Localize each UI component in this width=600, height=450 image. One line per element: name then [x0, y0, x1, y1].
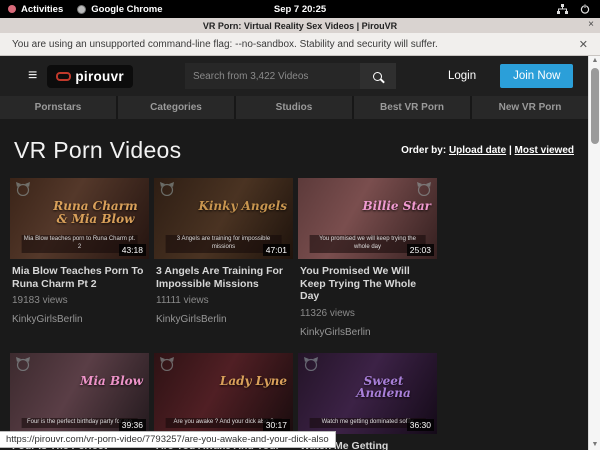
search-button[interactable] — [360, 63, 396, 89]
video-views: 11111 views — [156, 295, 291, 306]
activities-label: Activities — [21, 4, 63, 15]
duration-badge: 47:01 — [263, 244, 290, 256]
scrollbar-thumb[interactable] — [591, 68, 599, 144]
duration-badge: 25:03 — [407, 244, 434, 256]
page-title: VR Porn Videos — [14, 137, 181, 164]
vr-headset-icon — [56, 72, 71, 81]
duration-badge: 39:36 — [119, 419, 146, 431]
video-title[interactable]: You Promised We Will Keep Trying The Who… — [300, 265, 435, 303]
video-title[interactable]: 3 Angels Are Training For Impossible Mis… — [156, 265, 291, 290]
order-upload-date-link[interactable]: Upload date — [449, 145, 506, 156]
video-views: 19183 views — [12, 295, 147, 306]
video-views: 11326 views — [300, 308, 435, 319]
video-card[interactable]: Kinky Angels 3 Angels are training for i… — [154, 178, 293, 348]
thumbnail-model-name: Lady Lyne — [220, 375, 287, 388]
scroll-down-icon[interactable]: ▼ — [589, 440, 600, 450]
video-grid: Runa Charm & Mia Blow Mia Blow teaches p… — [0, 178, 588, 450]
studio-watermark-icon — [159, 182, 175, 201]
activities-button[interactable]: Activities — [8, 4, 63, 15]
activities-dot-icon — [8, 5, 16, 13]
tab-close-icon[interactable]: × — [588, 19, 594, 30]
order-by-label: Order by: — [401, 145, 446, 156]
thumbnail-model-name: Kinky Angels — [198, 200, 287, 213]
site-header: ≡ pirouvr Login Join Now — [0, 56, 588, 96]
login-link[interactable]: Login — [448, 70, 476, 82]
warning-close-icon[interactable]: ✕ — [579, 38, 588, 51]
browser-tab[interactable]: VR Porn: Virtual Reality Sex Videos | Pi… — [0, 18, 600, 33]
video-thumbnail[interactable]: Lady Lyne Are you awake ? And your dick … — [154, 353, 293, 434]
studio-watermark-icon — [303, 357, 319, 376]
video-card[interactable]: Billie Star You promised we will keep tr… — [298, 178, 437, 348]
studio-watermark-icon — [15, 182, 31, 201]
video-thumbnail[interactable]: Mia Blow Four is the perfect birthday pa… — [10, 353, 149, 434]
chrome-warning-bar: You are using an unsupported command-lin… — [0, 33, 600, 56]
warning-message: You are using an unsupported command-lin… — [12, 39, 438, 50]
video-thumbnail[interactable]: Billie Star You promised we will keep tr… — [298, 178, 437, 259]
thumbnail-model-name: Billie Star — [363, 200, 432, 213]
menu-hamburger-icon[interactable]: ≡ — [28, 68, 37, 84]
duration-badge: 36:30 — [407, 419, 434, 431]
studio-watermark-icon — [159, 357, 175, 376]
video-studio-link[interactable]: KinkyGirlsBerlin — [300, 327, 435, 338]
video-studio-link[interactable]: KinkyGirlsBerlin — [12, 314, 147, 325]
search-bar — [185, 63, 396, 89]
power-icon[interactable] — [580, 4, 590, 14]
browser-viewport: ≡ pirouvr Login Join Now Pornstars Categ… — [0, 56, 600, 450]
order-by: Order by: Upload date | Most viewed — [401, 145, 574, 156]
active-app-menu[interactable]: Google Chrome — [77, 4, 162, 15]
scroll-up-icon[interactable]: ▲ — [589, 56, 600, 66]
video-thumbnail[interactable]: Kinky Angels 3 Angels are training for i… — [154, 178, 293, 259]
site-logo[interactable]: pirouvr — [47, 65, 133, 88]
search-icon — [373, 72, 382, 81]
video-card[interactable]: Runa Charm & Mia Blow Mia Blow teaches p… — [10, 178, 149, 348]
system-top-bar: Activities Google Chrome Sep 7 20:25 — [0, 0, 600, 18]
network-icon[interactable] — [557, 4, 568, 14]
video-thumbnail[interactable]: Sweet Analena Watch me getting dominated… — [298, 353, 437, 434]
vertical-scrollbar[interactable]: ▲ ▼ — [588, 56, 600, 450]
link-preview-statusbar: https://pirouvr.com/vr-porn-video/779325… — [0, 431, 336, 448]
search-input[interactable] — [185, 63, 360, 89]
chrome-icon — [77, 5, 86, 14]
order-most-viewed-link[interactable]: Most viewed — [515, 145, 574, 156]
video-thumbnail[interactable]: Runa Charm & Mia Blow Mia Blow teaches p… — [10, 178, 149, 259]
clock[interactable]: Sep 7 20:25 — [274, 4, 326, 15]
thumbnail-model-name: Runa Charm & Mia Blow — [48, 200, 143, 225]
nav-item-categories[interactable]: Categories — [118, 96, 236, 119]
nav-item-best-vr-porn[interactable]: Best VR Porn — [354, 96, 472, 119]
nav-item-new-vr-porn[interactable]: New VR Porn — [472, 96, 588, 119]
video-studio-link[interactable]: KinkyGirlsBerlin — [156, 314, 291, 325]
main-nav: Pornstars Categories Studios Best VR Por… — [0, 96, 588, 119]
logo-text: pirouvr — [75, 69, 124, 84]
video-title[interactable]: Mia Blow Teaches Porn To Runa Charm Pt 2 — [12, 265, 147, 290]
tab-title: VR Porn: Virtual Reality Sex Videos | Pi… — [203, 21, 397, 31]
duration-badge: 30:17 — [263, 419, 290, 431]
page-heading-row: VR Porn Videos Order by: Upload date | M… — [0, 119, 588, 178]
thumbnail-model-name: Mia Blow — [80, 375, 143, 388]
duration-badge: 43:18 — [119, 244, 146, 256]
nav-item-pornstars[interactable]: Pornstars — [0, 96, 118, 119]
thumbnail-model-name: Sweet Analena — [336, 375, 431, 400]
join-now-button[interactable]: Join Now — [500, 64, 573, 88]
studio-watermark-icon — [15, 357, 31, 376]
nav-item-studios[interactable]: Studios — [236, 96, 354, 119]
app-name-label: Google Chrome — [91, 4, 162, 15]
